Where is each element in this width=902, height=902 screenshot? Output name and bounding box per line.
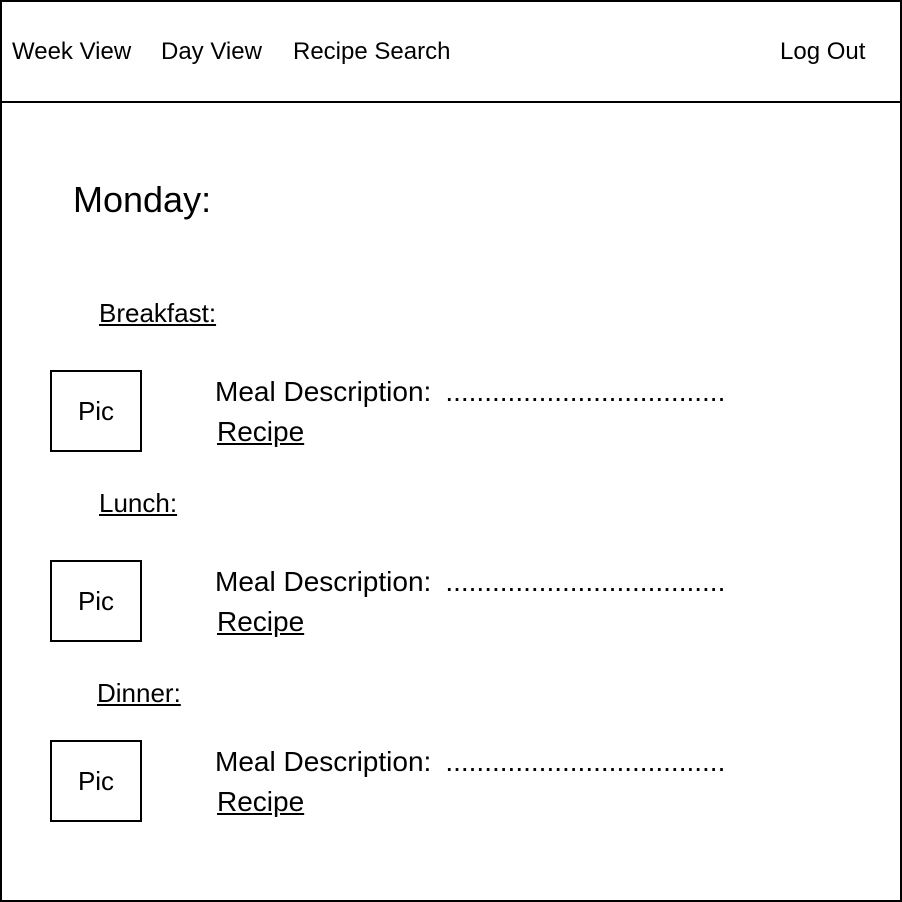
meal-description-breakfast: Meal Description:.......................… bbox=[215, 376, 725, 408]
top-nav-bar: Week View Day View Recipe Search Log Out bbox=[2, 2, 900, 103]
meal-heading-dinner[interactable]: Dinner: bbox=[97, 678, 181, 708]
meal-description-lunch: Meal Description:.......................… bbox=[215, 566, 725, 598]
nav-day-view[interactable]: Day View bbox=[161, 38, 262, 66]
meal-picture-lunch: Pic bbox=[50, 560, 142, 642]
description-value: .................................... bbox=[445, 746, 726, 777]
meal-description-dinner: Meal Description:.......................… bbox=[215, 746, 725, 778]
recipe-link-breakfast[interactable]: Recipe bbox=[217, 416, 304, 448]
meal-picture-dinner: Pic bbox=[50, 740, 142, 822]
app-frame: Week View Day View Recipe Search Log Out… bbox=[0, 0, 902, 902]
description-label: Meal Description: bbox=[215, 746, 432, 777]
meal-heading-breakfast[interactable]: Breakfast: bbox=[99, 298, 216, 328]
description-value: .................................... bbox=[445, 566, 726, 597]
description-value: .................................... bbox=[445, 376, 726, 407]
recipe-link-dinner[interactable]: Recipe bbox=[217, 786, 304, 818]
pic-label: Pic bbox=[77, 585, 115, 616]
meal-picture-breakfast: Pic bbox=[50, 370, 142, 452]
log-out-button[interactable]: Log Out bbox=[780, 38, 865, 66]
nav-week-view[interactable]: Week View bbox=[12, 38, 131, 66]
meal-heading-lunch[interactable]: Lunch: bbox=[99, 488, 177, 518]
recipe-link-lunch[interactable]: Recipe bbox=[217, 606, 304, 638]
pic-label: Pic bbox=[77, 765, 115, 796]
day-title: Monday: bbox=[73, 179, 212, 220]
pic-label: Pic bbox=[77, 395, 115, 426]
description-label: Meal Description: bbox=[215, 566, 432, 597]
nav-recipe-search[interactable]: Recipe Search bbox=[293, 38, 450, 66]
description-label: Meal Description: bbox=[215, 376, 432, 407]
